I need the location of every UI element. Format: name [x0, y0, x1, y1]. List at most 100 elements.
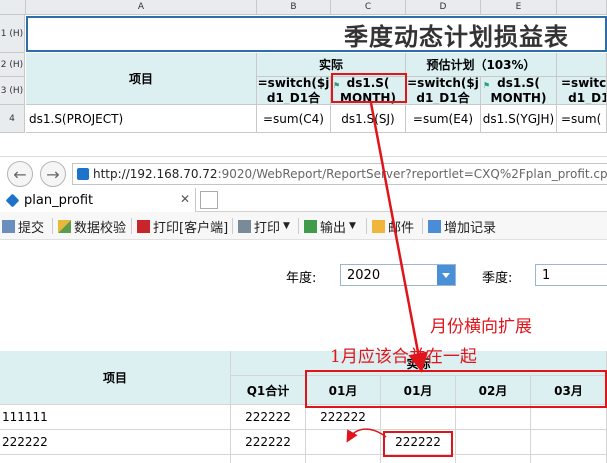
- designer-forecast-header[interactable]: 预估计划（103%）: [406, 53, 557, 77]
- designer-cell-f4[interactable]: =sum(: [557, 105, 607, 133]
- chevron-down-icon: ▼: [283, 221, 290, 231]
- address-bar-area: ← → http://192.168.70.72:9020/WebReport/…: [0, 156, 607, 188]
- add-record-label: 增加记录: [444, 220, 497, 236]
- table-row-2-m2[interactable]: [456, 430, 531, 455]
- designer-cell-a4[interactable]: ds1.S(PROJECT): [26, 105, 257, 133]
- formula-cell-e3[interactable]: ⚑ ds1.S( MONTH): [481, 77, 557, 105]
- submit-button[interactable]: 提交: [2, 217, 45, 236]
- report-col-q1: Q1合计: [231, 376, 306, 405]
- dropdown-arrow-icon[interactable]: [437, 265, 455, 285]
- validate-icon: [58, 219, 71, 233]
- toolbar-divider: [131, 218, 132, 234]
- validate-button[interactable]: 数据校验: [58, 217, 127, 236]
- col-header-f[interactable]: [557, 0, 607, 15]
- annotation-box-misplaced-value: [383, 431, 453, 457]
- forward-button[interactable]: →: [40, 161, 66, 187]
- mail-button[interactable]: 邮件: [372, 217, 415, 236]
- close-icon[interactable]: ✕: [180, 192, 190, 206]
- table-row-2-item[interactable]: 222222: [0, 430, 231, 455]
- row-header-1[interactable]: 1 (H): [0, 15, 25, 53]
- printer-icon: [238, 219, 251, 233]
- formula-cell-b3[interactable]: =switch($j d1_D1合: [257, 77, 331, 105]
- flag-icon: ⚑: [483, 81, 491, 90]
- toolbar-divider: [52, 218, 53, 234]
- arrow-left-icon: ←: [13, 164, 27, 184]
- arrow-right-icon: →: [46, 164, 60, 184]
- toolbar-divider: [366, 218, 367, 234]
- table-row-1-m3[interactable]: [531, 405, 607, 430]
- back-button[interactable]: ←: [7, 161, 33, 187]
- col-header-a[interactable]: A: [26, 0, 257, 15]
- print-client-label: 打印[客户端]: [153, 220, 229, 236]
- table-row-2-m3[interactable]: [531, 430, 607, 455]
- table-row-1-m1b[interactable]: [381, 405, 456, 430]
- col-header-c[interactable]: C: [331, 0, 406, 15]
- report-toolbar: 提交 数据校验 打印[客户端] 打印 ▼ 输出 ▼ 邮件 增加记录: [0, 212, 607, 240]
- row-header-2[interactable]: 2 (H): [0, 53, 25, 77]
- annotation-merge-note: 1月应该合并在一起: [330, 347, 477, 367]
- designer-cell-e4[interactable]: ds1.S(YGJH): [481, 105, 557, 133]
- add-record-icon: [428, 219, 441, 233]
- table-row-3-item[interactable]: [0, 455, 231, 463]
- designer-cell-b4[interactable]: =sum(C4): [257, 105, 331, 133]
- table-row-3-m2[interactable]: [456, 455, 531, 463]
- export-button[interactable]: 输出 ▼: [304, 217, 356, 236]
- print-button[interactable]: 打印 ▼: [238, 217, 290, 236]
- envelope-icon: [372, 219, 385, 233]
- url-path: :9020/WebReport/ReportServer?reportlet=C…: [217, 167, 607, 181]
- add-record-button[interactable]: 增加记录: [428, 217, 497, 236]
- col-header-b[interactable]: B: [257, 0, 331, 15]
- table-row-2-m1a[interactable]: [306, 430, 381, 455]
- new-tab-button[interactable]: [200, 191, 218, 209]
- row-header-3[interactable]: 3 (H): [0, 77, 25, 105]
- formula-e3-text: ds1.S( MONTH): [490, 77, 547, 105]
- table-row-2-q1[interactable]: 222222: [231, 430, 306, 455]
- chevron-down-icon: ▼: [349, 221, 356, 231]
- tab-favicon-icon: [5, 193, 20, 208]
- col-header-e[interactable]: E: [481, 0, 557, 15]
- formula-cell-f3[interactable]: =switch($ d1_D1合: [557, 77, 607, 105]
- table-row-3-q1[interactable]: [231, 455, 306, 463]
- row-header-4[interactable]: 4: [0, 105, 25, 133]
- designer-grid: A B C D E 1 (H) 2 (H) 3 (H) 4 季度动态计划损益表 …: [0, 0, 607, 133]
- url-field[interactable]: http://192.168.70.72:9020/WebReport/Repo…: [72, 163, 607, 185]
- title-cell[interactable]: 季度动态计划损益表: [26, 16, 607, 52]
- year-select[interactable]: 2020: [340, 264, 456, 286]
- toolbar-divider: [422, 218, 423, 234]
- parameter-pane: 年度: 2020 季度: 1: [0, 240, 607, 312]
- annotation-box-month-formula: [331, 73, 407, 103]
- print-label: 打印: [254, 220, 281, 236]
- year-label: 年度:: [286, 271, 317, 286]
- table-row-1-m2[interactable]: [456, 405, 531, 430]
- table-row-1-q1[interactable]: 222222: [231, 405, 306, 430]
- tab-bar: plan_profit ✕: [0, 188, 607, 212]
- designer-f2-cell[interactable]: [557, 53, 607, 77]
- year-value: 2020: [347, 267, 381, 283]
- designer-cell-c4[interactable]: ds1.S(SJ): [331, 105, 406, 133]
- print-client-button[interactable]: 打印[客户端]: [137, 217, 229, 236]
- designer-cell-d4[interactable]: =sum(E4): [406, 105, 481, 133]
- mail-label: 邮件: [388, 220, 415, 236]
- report-item-header: 项目: [0, 351, 231, 405]
- export-label: 输出: [320, 220, 347, 236]
- corner-header: [0, 0, 26, 15]
- quarter-select[interactable]: 1: [535, 264, 607, 286]
- quarter-label: 季度:: [482, 271, 513, 286]
- submit-label: 提交: [18, 220, 45, 236]
- annotation-horizontal-expand: 月份横向扩展: [430, 317, 532, 337]
- site-favicon-icon: [77, 168, 89, 180]
- tab-plan-profit[interactable]: plan_profit ✕: [0, 188, 196, 212]
- table-row-3-m3[interactable]: [531, 455, 607, 463]
- toolbar-divider: [232, 218, 233, 234]
- tab-title: plan_profit: [24, 192, 94, 208]
- formula-cell-d3[interactable]: =switch($j d1_D1合: [406, 77, 481, 105]
- table-row-3-m1a[interactable]: [306, 455, 381, 463]
- table-row-1-m1a[interactable]: 222222: [306, 405, 381, 430]
- validate-label: 数据校验: [74, 220, 127, 236]
- annotation-box-month-headers: [305, 370, 607, 408]
- submit-icon: [2, 219, 15, 233]
- toolbar-divider: [298, 218, 299, 234]
- designer-item-header[interactable]: 项目: [26, 53, 257, 105]
- col-header-d[interactable]: D: [406, 0, 481, 15]
- table-row-1-item[interactable]: 111111: [0, 405, 231, 430]
